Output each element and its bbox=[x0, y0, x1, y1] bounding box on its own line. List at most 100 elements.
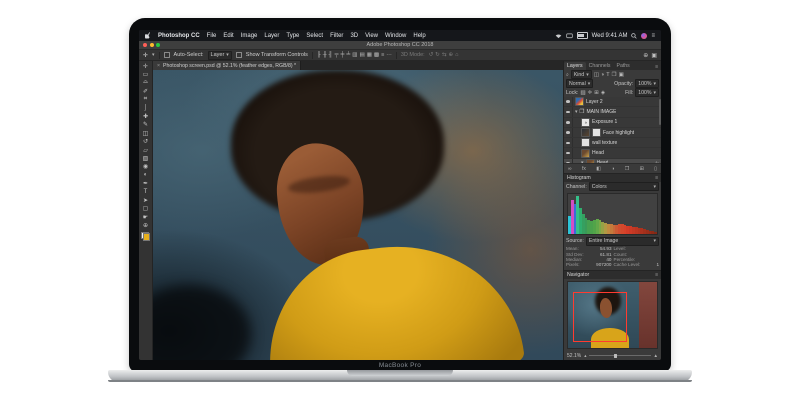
adjustment-layer-icon[interactable]: ◑ bbox=[611, 166, 614, 172]
expander-icon[interactable]: ▾ bbox=[581, 160, 584, 163]
visibility-toggle[interactable] bbox=[564, 138, 573, 147]
align-icon[interactable]: ⋯ bbox=[386, 52, 392, 58]
filter-type-icon[interactable]: ▣ bbox=[619, 72, 624, 78]
zoom-in-icon[interactable]: ▲ bbox=[654, 353, 658, 358]
tool-preset-caret-icon[interactable]: ▾ bbox=[152, 52, 155, 58]
layer-row[interactable]: wall texture bbox=[564, 138, 661, 148]
healing-brush-tool[interactable]: ✚ bbox=[139, 112, 152, 120]
history-brush-tool[interactable]: ↺ bbox=[139, 138, 152, 146]
visibility-toggle[interactable] bbox=[564, 159, 573, 163]
blend-mode-dropdown[interactable]: Normal ▾ bbox=[566, 79, 593, 88]
menu-item-filter[interactable]: Filter bbox=[330, 33, 343, 39]
wifi-icon[interactable] bbox=[555, 33, 562, 39]
fill-dropdown[interactable]: 100% ▾ bbox=[635, 88, 659, 97]
layer-row[interactable]: Face highlight bbox=[564, 128, 661, 138]
layer-mask-icon[interactable]: ◧ bbox=[596, 166, 601, 172]
filter-type-icon[interactable]: T bbox=[606, 72, 609, 78]
menu-item-file[interactable]: File bbox=[207, 33, 217, 39]
auto-select-checkbox[interactable] bbox=[164, 52, 170, 58]
lock-icon[interactable]: ✛ bbox=[588, 90, 593, 96]
panel-menu-icon[interactable]: ≡ bbox=[655, 272, 658, 278]
layer-row[interactable]: Head bbox=[564, 148, 661, 158]
type-tool[interactable]: T bbox=[139, 188, 152, 196]
layer-thumbnail[interactable] bbox=[581, 149, 590, 158]
visibility-toggle[interactable] bbox=[564, 97, 573, 106]
tab-channels[interactable]: Channels bbox=[586, 62, 614, 70]
options-bar-icon[interactable]: ⊕ bbox=[643, 52, 648, 59]
color-swatches[interactable] bbox=[141, 232, 150, 241]
3d-mode-icon[interactable]: ↺ bbox=[429, 52, 434, 58]
marquee-tool[interactable]: ▭ bbox=[139, 70, 152, 78]
blur-tool[interactable]: ◉ bbox=[139, 163, 152, 171]
adjustment-icon[interactable]: ◑ bbox=[581, 118, 590, 127]
battery-icon[interactable] bbox=[577, 32, 588, 39]
visibility-toggle[interactable] bbox=[564, 107, 573, 116]
align-icon[interactable]: ▦ bbox=[367, 52, 372, 58]
quick-selection-tool[interactable]: ✐ bbox=[139, 87, 152, 95]
menu-item-type[interactable]: Type bbox=[286, 33, 299, 39]
align-icon[interactable]: ▥ bbox=[352, 52, 357, 58]
zoom-tool[interactable]: ⊕ bbox=[139, 221, 152, 229]
align-icon[interactable]: ╤ bbox=[335, 52, 339, 58]
visibility-toggle[interactable] bbox=[564, 128, 573, 137]
apple-logo-icon[interactable] bbox=[145, 32, 152, 40]
tab-layers[interactable]: Layers bbox=[564, 62, 586, 70]
layer-row[interactable]: ▾Headfx bbox=[564, 159, 661, 163]
align-icon[interactable]: ╟ bbox=[317, 52, 321, 58]
align-icon[interactable]: ≡ bbox=[381, 52, 384, 58]
new-layer-icon[interactable]: ⊞ bbox=[640, 166, 644, 172]
align-icon[interactable]: ╪ bbox=[340, 52, 344, 58]
layer-mask-thumbnail[interactable] bbox=[592, 128, 601, 137]
visibility-toggle[interactable] bbox=[564, 118, 573, 127]
lasso-tool[interactable]: ⌓ bbox=[139, 79, 152, 87]
display-icon[interactable] bbox=[566, 33, 573, 39]
layer-mask-thumbnail[interactable] bbox=[581, 138, 590, 147]
opacity-dropdown[interactable]: 100% ▾ bbox=[635, 79, 659, 88]
siri-icon[interactable] bbox=[641, 33, 647, 39]
minimize-window-button[interactable] bbox=[150, 43, 154, 47]
layer-effects-icon[interactable]: fx bbox=[582, 166, 586, 172]
menu-item-image[interactable]: Image bbox=[241, 33, 258, 39]
layer-row[interactable]: Layer 2 bbox=[564, 97, 661, 107]
navigator-zoom-slider[interactable] bbox=[589, 355, 650, 356]
auto-select-dropdown[interactable]: Layer ▾ bbox=[208, 51, 232, 60]
eyedropper-tool[interactable]: ⌡ bbox=[139, 104, 152, 112]
spotlight-search-icon[interactable] bbox=[631, 33, 637, 39]
filter-type-icon[interactable]: ◫ bbox=[594, 72, 599, 78]
filter-type-icon[interactable]: ◑ bbox=[601, 72, 604, 78]
clone-stamp-tool[interactable]: ◫ bbox=[139, 129, 152, 137]
close-window-button[interactable] bbox=[143, 43, 147, 47]
dodge-tool[interactable]: ◐ bbox=[139, 171, 152, 179]
3d-mode-icon[interactable]: ⌂ bbox=[455, 52, 458, 58]
options-bar-icon[interactable]: ▣ bbox=[651, 52, 657, 59]
layer-row[interactable]: ▾❐MAIN IMAGE bbox=[564, 107, 661, 117]
gradient-tool[interactable]: ▧ bbox=[139, 154, 152, 162]
layers-scrollbar[interactable] bbox=[659, 99, 661, 125]
document-tab[interactable]: × Photoshop screen.psd @ 52.1% (feather … bbox=[153, 61, 301, 70]
3d-mode-icon[interactable]: ↻ bbox=[435, 52, 440, 58]
navigator-thumbnail[interactable] bbox=[567, 281, 658, 349]
show-transform-controls-checkbox[interactable] bbox=[236, 52, 242, 58]
align-icon[interactable]: ▩ bbox=[374, 52, 379, 58]
move-tool[interactable]: ✛ bbox=[139, 62, 152, 70]
layer-thumbnail[interactable] bbox=[575, 97, 584, 106]
current-tool-icon[interactable]: ✛ bbox=[143, 52, 148, 59]
align-icon[interactable]: ╧ bbox=[346, 52, 350, 58]
align-icon[interactable]: ▤ bbox=[360, 52, 365, 58]
menu-item-window[interactable]: Window bbox=[385, 33, 406, 39]
smart-object-thumbnail[interactable] bbox=[586, 159, 595, 163]
menu-clock[interactable]: Wed 9:41 AM bbox=[592, 33, 628, 39]
menu-item-layer[interactable]: Layer bbox=[264, 33, 279, 39]
layer-badge-icon[interactable]: fx bbox=[655, 161, 661, 163]
3d-mode-icon[interactable]: ⊕ bbox=[449, 52, 454, 58]
panel-menu-icon[interactable]: ≡ bbox=[655, 175, 658, 181]
lock-icon[interactable]: ◈ bbox=[601, 90, 605, 96]
eraser-tool[interactable]: ▱ bbox=[139, 146, 152, 154]
pen-tool[interactable]: ✒ bbox=[139, 179, 152, 187]
navigator-view-box[interactable] bbox=[573, 292, 627, 342]
hand-tool[interactable]: ☛ bbox=[139, 213, 152, 221]
canvas-image[interactable] bbox=[153, 70, 563, 360]
align-icon[interactable]: ╫ bbox=[323, 52, 327, 58]
background-color-swatch[interactable] bbox=[143, 233, 151, 241]
shape-tool[interactable]: ▢ bbox=[139, 205, 152, 213]
